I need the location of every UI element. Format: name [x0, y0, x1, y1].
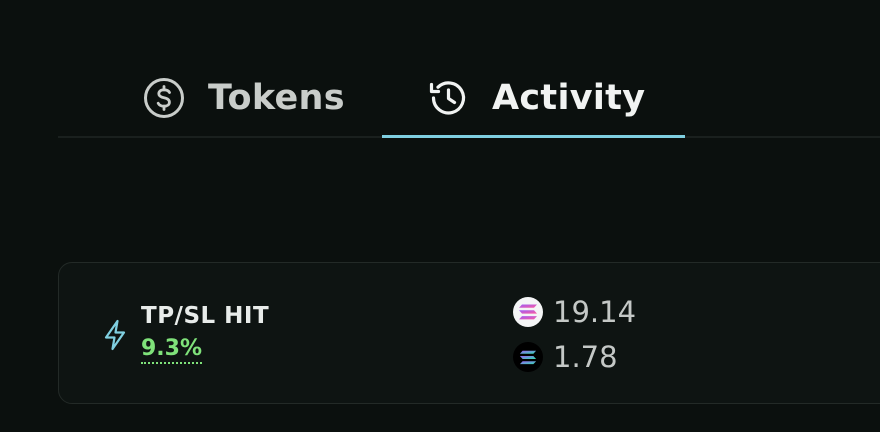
dollar-circle-icon	[142, 76, 186, 120]
tab-tokens[interactable]: Tokens	[142, 60, 345, 136]
solana-icon	[513, 297, 543, 327]
amount-row: 1.78	[513, 340, 618, 374]
history-icon	[426, 76, 470, 120]
tab-tokens-label: Tokens	[208, 78, 345, 118]
tab-bar: Tokens Activity	[58, 60, 880, 138]
activity-event-percent[interactable]: 9.3%	[141, 337, 203, 364]
activity-item[interactable]: TP/SL HIT 9.3% 19.14 1.78	[58, 262, 880, 404]
amount-value: 19.14	[553, 295, 637, 329]
amount-value: 1.78	[553, 340, 618, 374]
lightning-bolt-icon	[103, 319, 127, 351]
activity-event-title: TP/SL HIT	[141, 303, 270, 329]
solana-icon	[513, 342, 543, 372]
amount-row: 19.14	[513, 295, 636, 329]
active-tab-indicator	[382, 135, 685, 138]
tab-activity[interactable]: Activity	[426, 60, 645, 136]
tab-activity-label: Activity	[492, 78, 646, 118]
